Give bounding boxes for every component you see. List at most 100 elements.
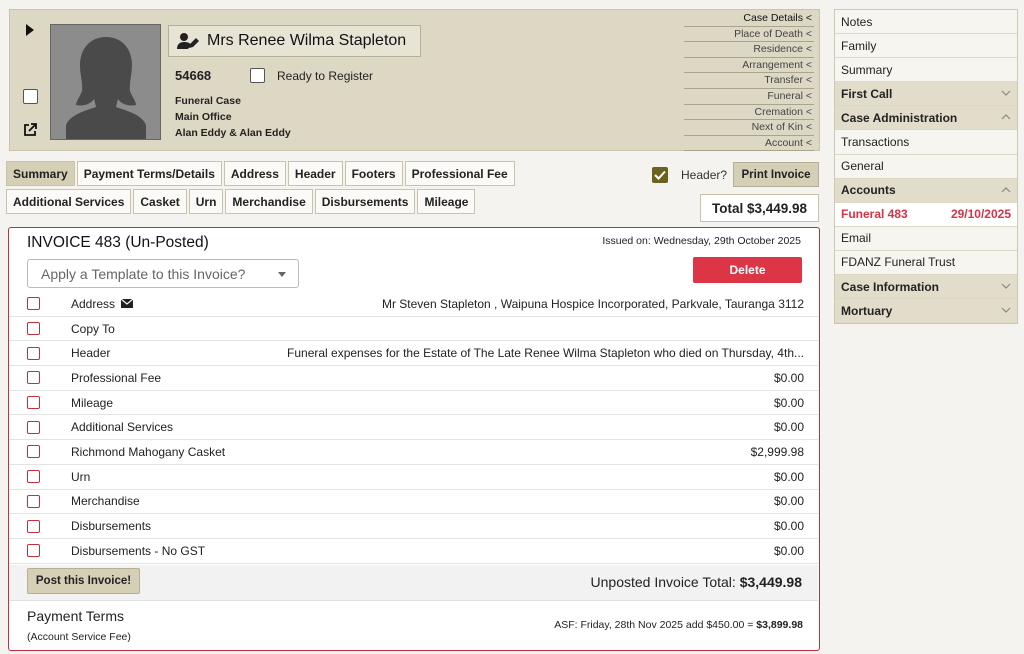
sidebar-item-general[interactable]: General [835, 155, 1017, 179]
invoice-row-casket[interactable]: Richmond Mahogany Casket $2,999.98 [9, 440, 818, 465]
tab-address[interactable]: Address [223, 161, 286, 186]
sidebar-section-accounts[interactable]: Accounts [835, 178, 1017, 203]
deceased-photo-placeholder[interactable] [50, 24, 161, 140]
row-checkbox[interactable] [27, 544, 40, 558]
invoice-row-disbursements[interactable]: Disbursements $0.00 [9, 514, 818, 539]
row-label: Address [71, 296, 116, 311]
unposted-total: Unposted Invoice Total: $3,449.98 [591, 574, 802, 590]
sidebar-section-first-call[interactable]: First Call [835, 82, 1017, 107]
row-label: Additional Services [71, 420, 174, 435]
post-invoice-button[interactable]: Post this Invoice! [27, 568, 140, 594]
tab-urn[interactable]: Urn [188, 189, 224, 214]
patient-name-box[interactable]: Mrs Renee Wilma Stapleton [168, 25, 421, 57]
row-checkbox[interactable] [27, 396, 40, 410]
chevron-down-icon [1001, 307, 1011, 313]
invoice-row-merchandise[interactable]: Merchandise $0.00 [9, 490, 818, 515]
delete-button[interactable]: Delete [693, 257, 802, 283]
row-label: Copy To [71, 321, 115, 336]
case-link-transfer[interactable]: Transfer < [684, 73, 814, 89]
case-links: Case Details < Place of Death < Residenc… [684, 11, 814, 152]
row-checkbox[interactable] [27, 297, 40, 311]
ready-to-register-checkbox[interactable] [250, 68, 265, 83]
case-sidebar: Notes Family Summary First Call Case Adm… [834, 9, 1018, 325]
row-value: $0.00 [773, 395, 804, 410]
invoice-row-disbursements-no-gst[interactable]: Disbursements - No GST $0.00 [9, 539, 818, 564]
row-checkbox[interactable] [27, 420, 40, 434]
case-link-arrangement[interactable]: Arrangement < [684, 58, 814, 74]
sidebar-item-transactions[interactable]: Transactions [835, 130, 1017, 155]
tab-disbursements[interactable]: Disbursements [314, 189, 416, 214]
sidebar-item-summary[interactable]: Summary [835, 58, 1017, 83]
print-invoice-button[interactable]: Print Invoice [733, 162, 819, 187]
template-select[interactable]: Apply a Template to this Invoice? [27, 259, 299, 288]
row-checkbox[interactable] [27, 346, 40, 360]
case-link-cremation[interactable]: Cremation < [684, 105, 814, 121]
row-label: Richmond Mahogany Casket [71, 444, 226, 459]
row-checkbox[interactable] [27, 445, 40, 459]
tab-summary[interactable]: Summary [6, 161, 75, 186]
row-checkbox[interactable] [27, 519, 40, 533]
invoice-row-copy-to[interactable]: Copy To [9, 317, 818, 342]
row-checkbox[interactable] [27, 371, 40, 385]
row-checkbox[interactable] [27, 494, 40, 508]
sidebar-section-case-administration[interactable]: Case Administration [835, 106, 1017, 131]
patient-name: Mrs Renee Wilma Stapleton [207, 32, 407, 49]
chevron-down-icon [1001, 283, 1011, 289]
tab-footers[interactable]: Footers [344, 161, 403, 186]
ready-to-register-label: Ready to Register [277, 69, 374, 83]
sidebar-item-label: Notes [841, 14, 873, 29]
invoice-row-mileage[interactable]: Mileage $0.00 [9, 391, 818, 416]
sidebar-item-label: Transactions [841, 135, 910, 150]
row-label: Header [71, 346, 111, 361]
sidebar-section-case-information[interactable]: Case Information [835, 275, 1017, 300]
row-checkbox[interactable] [27, 470, 40, 484]
sidebar-item-email[interactable]: Email [835, 227, 1017, 251]
tab-merchandise[interactable]: Merchandise [225, 189, 313, 214]
payment-terms-heading: Payment Terms [27, 608, 124, 624]
row-label: Urn [71, 469, 91, 484]
tab-casket[interactable]: Casket [133, 189, 187, 214]
office-name: Main Office [175, 111, 232, 123]
arrangers: Alan Eddy & Alan Eddy [175, 127, 291, 139]
sidebar-item-label: Email [841, 231, 872, 246]
sidebar-item-fdanz-funeral-trust[interactable]: FDANZ Funeral Trust [835, 251, 1017, 276]
tab-additional-services[interactable]: Additional Services [6, 189, 132, 214]
case-link-residence[interactable]: Residence < [684, 42, 814, 58]
sidebar-item-notes[interactable]: Notes [835, 10, 1017, 35]
sidebar-item-funeral-483[interactable]: Funeral 483 29/10/2025 [835, 202, 1017, 227]
invoice-row-urn[interactable]: Urn $0.00 [9, 465, 818, 490]
sidebar-item-family[interactable]: Family [835, 34, 1017, 59]
invoice-row-additional-services[interactable]: Additional Services $0.00 [9, 415, 818, 441]
row-checkbox[interactable] [27, 322, 40, 336]
tab-header[interactable]: Header [287, 161, 343, 186]
invoice-row-header[interactable]: Header Funeral expenses for the Estate o… [9, 341, 818, 367]
row-value: Mr Steven Stapleton , Waipuna Hospice In… [381, 296, 804, 311]
case-link-funeral[interactable]: Funeral < [684, 89, 814, 105]
row-value: $0.00 [773, 494, 804, 509]
sidebar-item-label: Accounts [841, 183, 896, 198]
user-edit-icon [177, 33, 199, 49]
invoice-row-professional-fee[interactable]: Professional Fee $0.00 [9, 366, 818, 391]
asf-text: ASF: Friday, 28th Nov 2025 add $450.00 = [554, 619, 754, 631]
case-link-next-of-kin[interactable]: Next of Kin < [684, 120, 814, 136]
tab-mileage[interactable]: Mileage [417, 189, 476, 214]
invoice-row-address[interactable]: Address Mr Steven Stapleton , Waipuna Ho… [9, 292, 818, 317]
select-checkbox[interactable] [23, 89, 38, 104]
case-link-account[interactable]: Account < [684, 136, 814, 152]
sidebar-item-label: Funeral 483 [841, 207, 908, 222]
envelope-icon[interactable] [121, 299, 134, 309]
case-link-place-of-death[interactable]: Place of Death < [684, 27, 814, 43]
issued-date: Issued on: Wednesday, 29th October 2025 [602, 235, 801, 247]
tab-professional-fee[interactable]: Professional Fee [404, 161, 515, 186]
expand-triangle-icon[interactable] [26, 24, 34, 36]
tab-payment-terms[interactable]: Payment Terms/Details [76, 161, 222, 186]
row-value: $0.00 [773, 543, 804, 558]
person-silhouette-icon [66, 37, 146, 139]
row-value: $0.00 [773, 469, 804, 484]
case-type: Funeral Case [175, 95, 241, 107]
header-checkbox[interactable] [652, 167, 668, 183]
external-link-icon[interactable] [23, 123, 37, 137]
sidebar-item-label: Mortuary [841, 303, 893, 318]
sidebar-section-mortuary[interactable]: Mortuary [835, 299, 1017, 324]
case-link-case-details[interactable]: Case Details < [684, 11, 814, 27]
